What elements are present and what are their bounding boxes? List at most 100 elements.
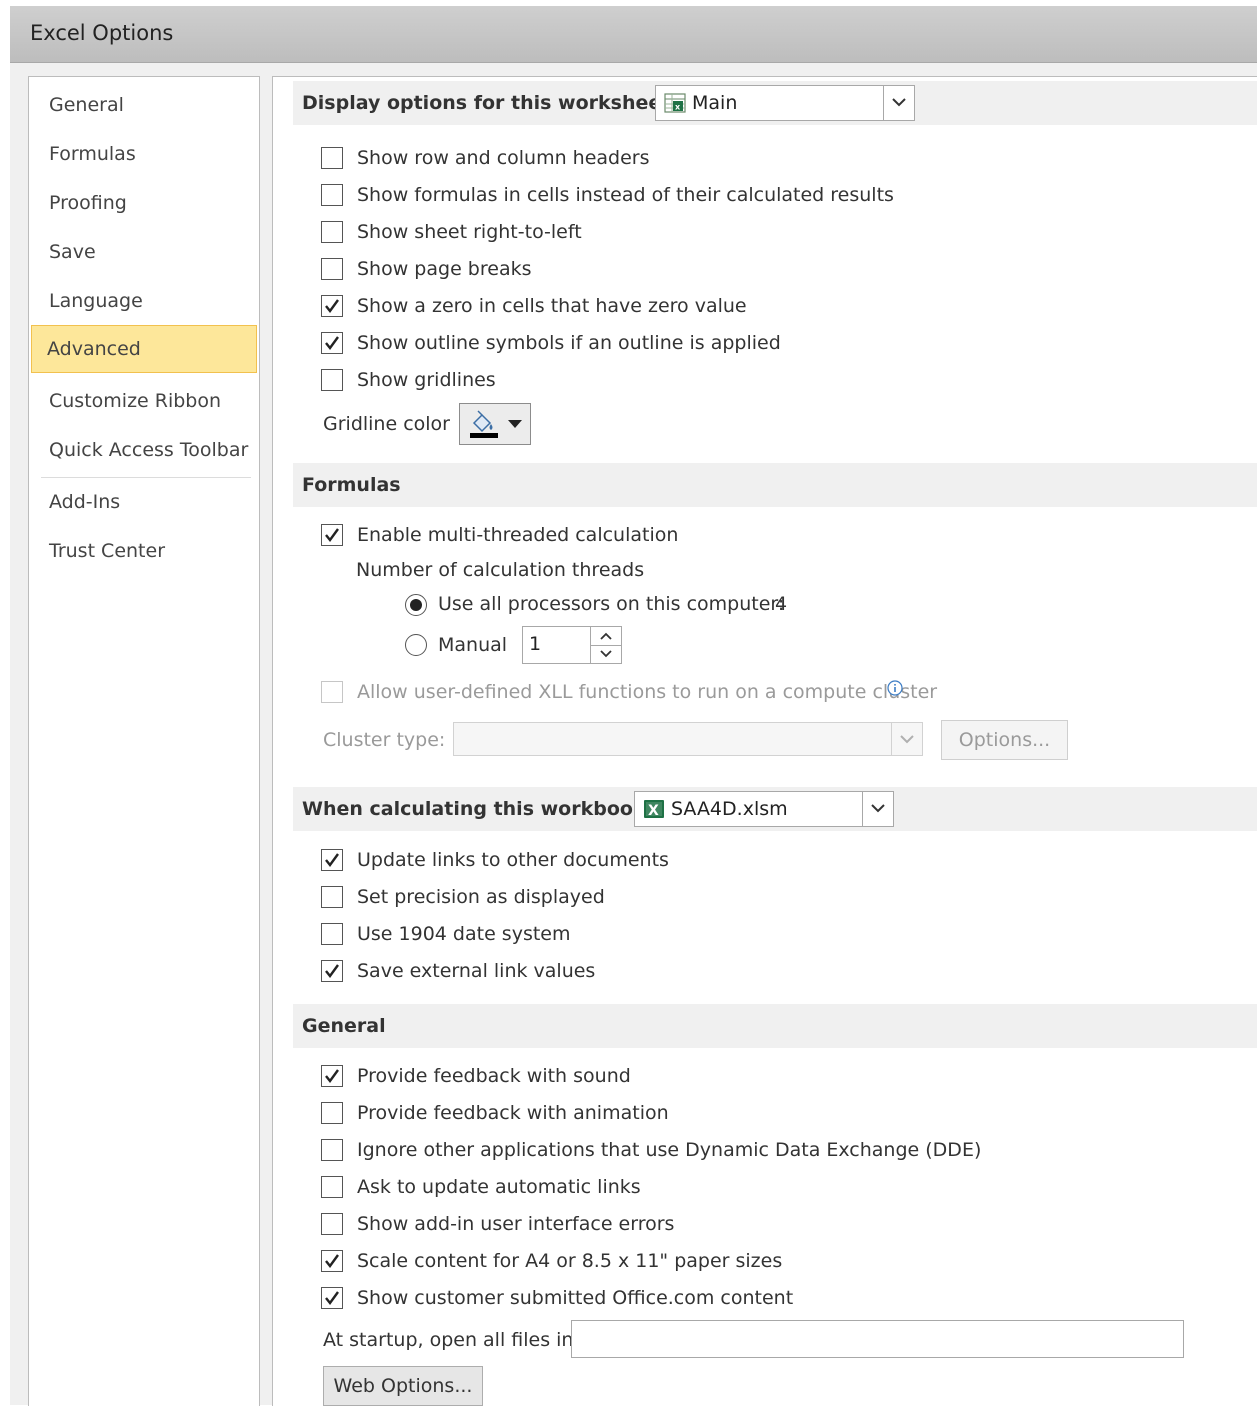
manual-label: Manual [438,634,508,656]
checkbox[interactable] [321,1213,343,1235]
sidebar-item-save[interactable]: Save [31,228,257,276]
sidebar-item-proofing[interactable]: Proofing [31,179,257,227]
checkmark-icon [325,528,339,542]
formulas-section-header: Formulas [293,463,1257,507]
sidebar-item-formulas[interactable]: Formulas [31,130,257,178]
chevron-down-icon [900,735,914,744]
fill-color-icon [470,410,498,438]
checkbox[interactable] [321,258,343,280]
checkbox[interactable] [321,1139,343,1161]
checkmark-icon [325,964,339,978]
checkbox-checked[interactable] [321,849,343,871]
option-label: Provide feedback with animation [357,1102,669,1124]
sidebar-item-trust-center[interactable]: Trust Center [31,527,257,575]
chevron-down-icon [871,804,885,813]
spinner-up-button[interactable] [591,627,621,646]
checkbox-checked[interactable] [321,1065,343,1087]
gridline-color-label: Gridline color [323,413,450,435]
sidebar-item-quick-access-toolbar[interactable]: Quick Access Toolbar [31,426,257,474]
checkbox[interactable] [321,1176,343,1198]
checkbox-checked[interactable] [321,332,343,354]
manual-threads-value: 1 [529,633,542,655]
threads-label: Number of calculation threads [356,559,645,581]
option-label: Show customer submitted Office.com conte… [357,1287,794,1309]
sidebar-item-advanced[interactable]: Advanced [31,325,257,373]
checkbox-checked[interactable] [321,295,343,317]
processor-count: 4 [775,593,788,615]
workbook-section-label: When calculating this workbook: [302,798,654,820]
info-icon[interactable] [887,680,903,696]
checkmark-icon [325,299,339,313]
advanced-options-panel: Display options for this worksheet: x Ma… [272,76,1257,1406]
option-label: Show a zero in cells that have zero valu… [357,295,747,317]
gridline-color-button[interactable] [459,403,531,445]
option-label: Show formulas in cells instead of their … [357,184,894,206]
checkbox-checked[interactable] [321,960,343,982]
option-label: Use 1904 date system [357,923,571,945]
option-label: Show sheet right-to-left [357,221,582,243]
option-label: Allow user-defined XLL functions to run … [357,681,938,703]
checkbox[interactable] [321,184,343,206]
option-label: Scale content for A4 or 8.5 x 11" paper … [357,1250,783,1272]
display-section-label: Display options for this worksheet: [302,92,678,114]
workbook-select-arrow[interactable] [862,792,893,826]
option-label: Set precision as displayed [357,886,605,908]
checkbox-checked[interactable] [321,524,343,546]
option-label: Show row and column headers [357,147,650,169]
option-label: Ignore other applications that use Dynam… [357,1139,982,1161]
workbook-select[interactable]: X SAA4D.xlsm [634,791,894,827]
cluster-type-select[interactable] [453,722,923,756]
manual-threads-spinner[interactable]: 1 [522,626,622,664]
spinner-down-button[interactable] [591,645,621,663]
sidebar-item-add-ins[interactable]: Add-Ins [31,478,257,526]
option-label: Show gridlines [357,369,496,391]
cluster-type-label: Cluster type: [323,729,446,751]
worksheet-icon: x [664,93,686,113]
checkbox-disabled[interactable] [321,681,343,703]
chevron-down-icon [600,650,612,658]
option-label: Ask to update automatic links [357,1176,641,1198]
checkbox[interactable] [321,221,343,243]
spinner-buttons [590,627,621,663]
startup-folder-input[interactable] [571,1320,1184,1358]
option-label: Show page breaks [357,258,532,280]
checkbox-checked[interactable] [321,1287,343,1309]
radio-dot [410,599,422,611]
radio-use-all-processors[interactable] [405,594,427,616]
window-title: Excel Options [30,21,174,45]
cluster-type-arrow[interactable] [891,723,922,755]
sidebar: General Formulas Proofing Save Language … [28,76,260,1406]
web-options-button[interactable]: Web Options... [323,1366,483,1406]
checkbox[interactable] [321,369,343,391]
title-bar: Excel Options [10,6,1257,63]
checkbox-checked[interactable] [321,1250,343,1272]
sidebar-item-customize-ribbon[interactable]: Customize Ribbon [31,377,257,425]
general-section-label: General [302,1015,386,1037]
checkmark-icon [325,1291,339,1305]
option-label: Provide feedback with sound [357,1065,631,1087]
worksheet-select-arrow[interactable] [883,86,914,120]
option-label: Enable multi-threaded calculation [357,524,679,546]
svg-text:x: x [675,103,681,112]
chevron-up-icon [600,632,612,640]
excel-options-window: Excel Options General Formulas Proofing … [10,6,1257,1406]
excel-file-icon: X [644,800,664,819]
radio-manual[interactable] [405,634,427,656]
option-label: Show outline symbols if an outline is ap… [357,332,781,354]
sidebar-item-general[interactable]: General [31,81,257,129]
checkmark-icon [325,853,339,867]
startup-folder-label: At startup, open all files in: [323,1329,580,1351]
workbook-section-header: When calculating this workbook: X SAA4D.… [293,787,1257,831]
workbook-select-value: SAA4D.xlsm [671,798,788,820]
cluster-options-button[interactable]: Options... [941,720,1068,760]
checkmark-icon [325,1254,339,1268]
checkbox[interactable] [321,147,343,169]
use-all-processors-label: Use all processors on this computer: [438,593,785,615]
sidebar-item-language[interactable]: Language [31,277,257,325]
checkmark-icon [325,1069,339,1083]
checkbox[interactable] [321,886,343,908]
checkbox[interactable] [321,1102,343,1124]
checkbox[interactable] [321,923,343,945]
worksheet-select[interactable]: x Main [655,85,915,121]
display-section-header: Display options for this worksheet: x Ma… [293,81,1257,125]
